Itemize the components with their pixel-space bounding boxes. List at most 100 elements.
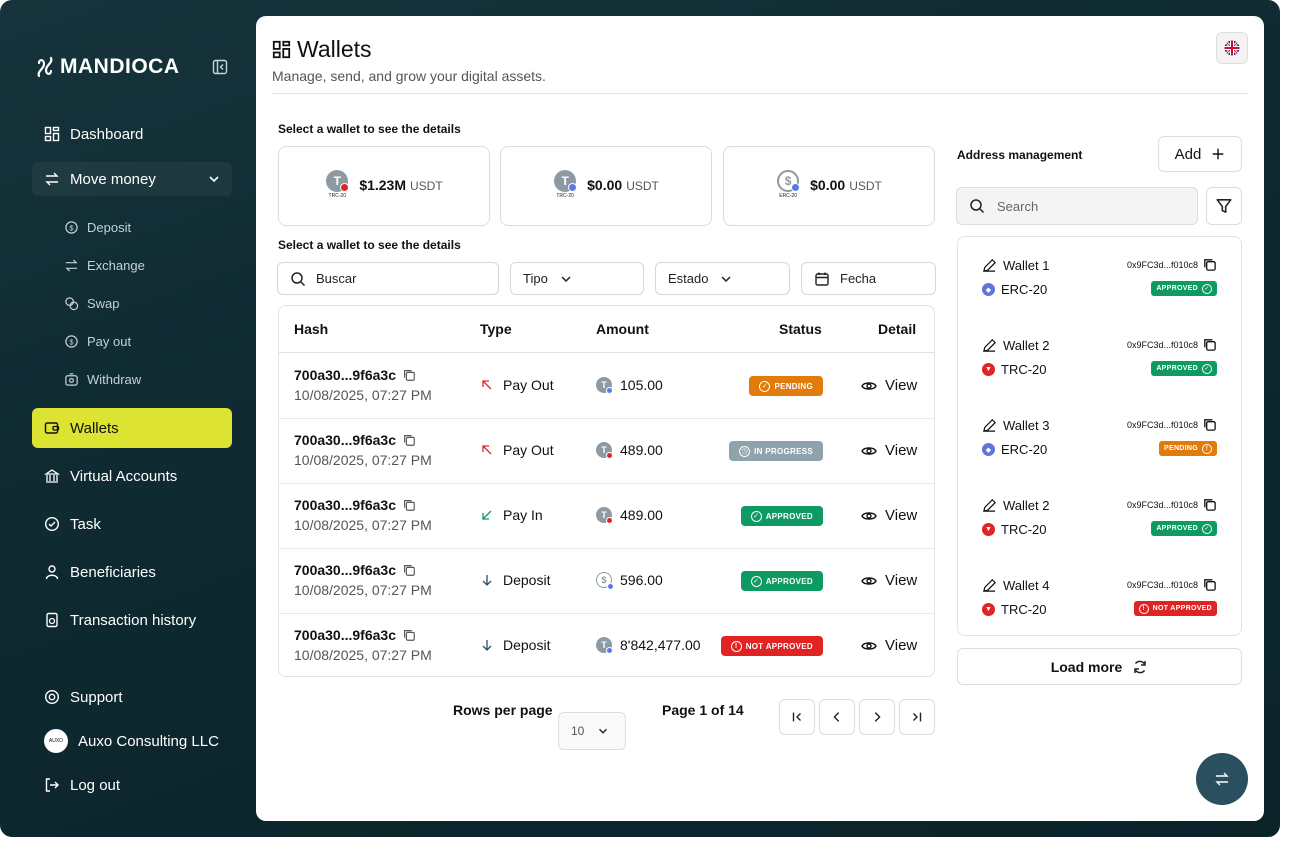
search-input[interactable]: Buscar <box>277 262 499 295</box>
copy-icon[interactable] <box>1202 417 1217 432</box>
sidebar-item-beneficiaries[interactable]: Beneficiaries <box>32 555 232 589</box>
language-button[interactable] <box>1216 32 1248 64</box>
table-row[interactable]: 700a30...9f6a3c 10/08/2025, 07:27 PM Pay… <box>279 484 934 549</box>
sidebar-subitem-swap[interactable]: Swap <box>64 296 120 311</box>
edit-icon[interactable] <box>982 498 997 513</box>
chevron-left-icon <box>833 712 840 722</box>
column-header-type[interactable]: Type <box>480 321 512 337</box>
view-button[interactable]: View <box>861 377 917 394</box>
table-header: Hash Type Amount Status Detail <box>279 306 934 353</box>
transaction-hash: 700a30...9f6a3c <box>294 432 416 448</box>
sidebar-item-task[interactable]: Task <box>32 507 232 541</box>
sidebar-subitem-label: Exchange <box>87 258 145 273</box>
network-text: ERC-20 <box>1001 442 1048 457</box>
rows-per-page-select[interactable]: 10 <box>558 712 626 750</box>
date-filter-label: Fecha <box>840 271 877 286</box>
status-filter[interactable]: Estado <box>655 262 790 295</box>
tether-coin-icon: T TRC-20 <box>553 170 578 202</box>
wallet-card[interactable]: T TRC-20 $0.00 USDT <box>500 146 712 226</box>
table-row[interactable]: 700a30...9f6a3c 10/08/2025, 07:27 PM Pay… <box>279 354 934 419</box>
copy-icon[interactable] <box>1202 577 1217 592</box>
view-button[interactable]: View <box>861 637 917 654</box>
wallet-amount: $1.23M <box>359 177 407 193</box>
wallet-address: 0x9FC3d...f010c8 <box>1127 417 1217 432</box>
filter-button[interactable] <box>1206 187 1242 225</box>
address-list-item[interactable]: Wallet 3 ◆ ERC-20 0x9FC3d...f010c8 PENDIN… <box>958 397 1241 477</box>
sidebar-item-virtual-accounts[interactable]: Virtual Accounts <box>32 459 232 493</box>
sidebar-item-transaction-history[interactable]: Transaction history <box>32 603 232 637</box>
copy-icon[interactable] <box>1202 337 1217 352</box>
status-text: APPROVED <box>1156 525 1198 532</box>
load-more-button[interactable]: Load more <box>957 648 1242 685</box>
copy-icon[interactable] <box>1202 497 1217 512</box>
transaction-hash: 700a30...9f6a3c <box>294 367 416 383</box>
sidebar-item-logout[interactable]: Log out <box>32 768 232 802</box>
add-address-button[interactable]: Add <box>1158 136 1242 172</box>
address-search-input[interactable]: Search <box>956 187 1198 225</box>
copy-icon[interactable] <box>402 498 416 512</box>
sidebar-subitem-deposit[interactable]: $ Deposit <box>64 220 131 235</box>
table-row[interactable]: 700a30...9f6a3c 10/08/2025, 07:27 PM Pay… <box>279 419 934 484</box>
table-row[interactable]: 700a30...9f6a3c 10/08/2025, 07:27 PM Dep… <box>279 549 934 614</box>
sidebar-item-move-money[interactable]: Move money <box>32 162 232 196</box>
address-list-item[interactable]: Wallet 2 ▼ TRC-20 0x9FC3d...f010c8 APPROV… <box>958 317 1241 397</box>
copy-icon[interactable] <box>402 433 416 447</box>
column-header-detail[interactable]: Detail <box>878 321 916 337</box>
copy-icon[interactable] <box>1202 257 1217 272</box>
address-list-item[interactable]: Wallet 1 ◆ ERC-20 0x9FC3d...f010c8 APPROV… <box>958 237 1241 317</box>
status-text: PENDING <box>1164 445 1198 452</box>
sidebar-item-wallets[interactable]: Wallets <box>32 408 232 448</box>
page-subtitle: Manage, send, and grow your digital asse… <box>272 68 546 84</box>
previous-page-button[interactable] <box>819 699 855 735</box>
view-button[interactable]: View <box>861 442 917 459</box>
quick-transfer-button[interactable] <box>1196 753 1248 805</box>
edit-icon[interactable] <box>982 418 997 433</box>
view-button[interactable]: View <box>861 572 917 589</box>
edit-icon[interactable] <box>982 338 997 353</box>
amount-text: 596.00 <box>620 572 663 588</box>
address-name: Wallet 3 <box>982 418 1049 433</box>
type-text: Deposit <box>503 637 551 653</box>
dashboard-icon <box>44 126 60 142</box>
transaction-type: Deposit <box>481 637 550 653</box>
wallet-address: 0x9FC3d...f010c8 <box>1127 257 1217 272</box>
view-button[interactable]: View <box>861 507 917 524</box>
column-header-status[interactable]: Status <box>779 321 822 337</box>
sidebar-company[interactable]: AUXO Auxo Consulting LLC <box>32 724 232 758</box>
sidebar-subitem-withdraw[interactable]: Withdraw <box>64 372 141 387</box>
wallet-card[interactable]: T TRC-20 $1.23M USDT <box>278 146 490 226</box>
next-page-button[interactable] <box>859 699 895 735</box>
edit-icon[interactable] <box>982 578 997 593</box>
address-list-item[interactable]: Wallet 2 ▼ TRC-20 0x9FC3d...f010c8 APPROV… <box>958 477 1241 557</box>
logout-icon <box>45 778 59 792</box>
column-header-amount[interactable]: Amount <box>596 321 649 337</box>
status-text: PENDING <box>774 381 813 391</box>
plus-icon <box>1213 148 1224 160</box>
wallet-card[interactable]: $ ERC-20 $0.00 USDT <box>723 146 935 226</box>
copy-icon[interactable] <box>402 563 416 577</box>
view-label: View <box>885 442 918 459</box>
address-text: 0x9FC3d...f010c8 <box>1126 419 1198 430</box>
copy-icon[interactable] <box>402 368 416 382</box>
last-page-button[interactable] <box>899 699 935 735</box>
copy-icon[interactable] <box>402 628 416 642</box>
chevron-down-icon <box>599 728 608 734</box>
status-badge: ✓ APPROVED <box>740 571 823 591</box>
eye-icon <box>861 576 877 585</box>
sidebar-subitem-payout[interactable]: $ Pay out <box>64 334 131 349</box>
first-page-button[interactable] <box>779 699 815 735</box>
date-filter[interactable]: Fecha <box>801 262 936 295</box>
search-placeholder: Buscar <box>316 271 357 286</box>
address-list-item[interactable]: Wallet 4 ▼ TRC-20 0x9FC3d...f010c8 NOT AP… <box>958 557 1241 637</box>
table-row[interactable]: 700a30...9f6a3c 10/08/2025, 07:27 PM Dep… <box>279 614 934 676</box>
type-filter[interactable]: Tipo <box>510 262 644 295</box>
status-icon: ! <box>730 640 742 652</box>
sidebar-item-support[interactable]: Support <box>32 680 232 714</box>
sidebar-subitem-exchange[interactable]: Exchange <box>64 258 145 273</box>
sidebar-item-dashboard[interactable]: Dashboard <box>32 117 232 151</box>
edit-icon[interactable] <box>982 258 997 273</box>
status-text: IN PROGRESS <box>754 446 813 456</box>
collapse-sidebar-icon[interactable] <box>212 59 228 75</box>
column-header-hash[interactable]: Hash <box>294 321 328 337</box>
brand-logo[interactable]: MANDIOCA <box>36 55 180 79</box>
